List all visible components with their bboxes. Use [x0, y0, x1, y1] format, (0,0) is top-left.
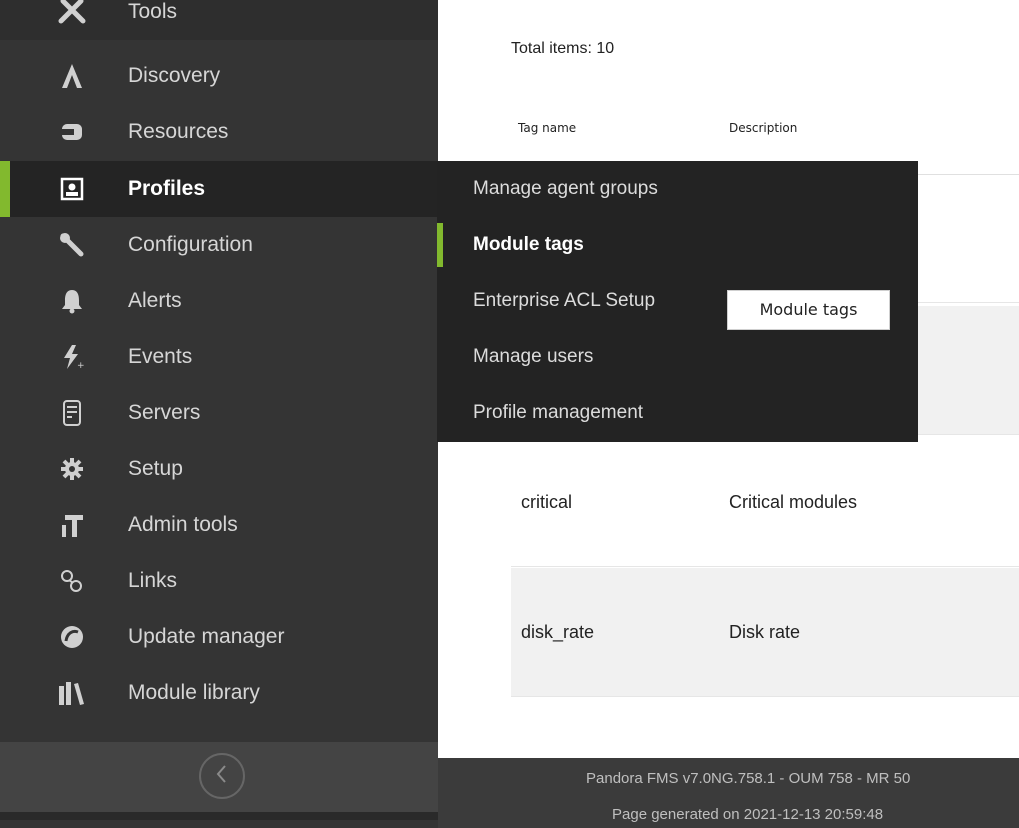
- gear-icon: [56, 441, 88, 497]
- submenu-item-profile-management[interactable]: Profile management: [437, 385, 918, 441]
- submenu-item-label: Enterprise ACL Setup: [473, 290, 656, 311]
- collapse-sidebar-button[interactable]: [199, 753, 245, 799]
- tag-name-cell[interactable]: disk_rate: [521, 568, 594, 696]
- sidebar-item-label: Links: [128, 569, 178, 592]
- server-icon: [56, 385, 88, 441]
- profiles-icon: [56, 161, 88, 217]
- sidebar-item-module-library[interactable]: Module library: [0, 665, 438, 721]
- sidebar-item-admin-tools[interactable]: Admin tools: [0, 497, 438, 553]
- update-manager-icon: [56, 609, 88, 665]
- sidebar-item-label: Admin tools: [128, 513, 238, 536]
- sidebar-item-links[interactable]: Links: [0, 553, 438, 609]
- sidebar-item-label: Servers: [128, 401, 201, 424]
- svg-text:+: +: [77, 361, 84, 370]
- sidebar-item-label: Profiles: [128, 177, 206, 200]
- tag-name-cell[interactable]: critical: [521, 438, 572, 566]
- active-indicator: [437, 223, 443, 267]
- sidebar-item-label: Tools: [128, 0, 178, 23]
- module-library-icon: [56, 665, 88, 721]
- sidebar-item-resources[interactable]: Resources: [0, 104, 438, 160]
- sidebar-footer: [0, 742, 438, 820]
- footer-version: Pandora FMS v7.0NG.758.1 - OUM 758 - MR …: [586, 770, 911, 787]
- total-items: Total items: 10: [511, 40, 615, 57]
- sidebar-item-servers[interactable]: Servers: [0, 385, 438, 441]
- sidebar-item-label: Module library: [128, 681, 260, 704]
- sidebar-item-label: Alerts: [128, 289, 182, 312]
- tag-description-cell: Disk rate: [729, 622, 801, 642]
- submenu-item-manage-agent-groups[interactable]: Manage agent groups: [437, 161, 918, 217]
- footer: Pandora FMS v7.0NG.758.1 - OUM 758 - MR …: [438, 758, 1019, 828]
- sidebar-item-label: Update manager: [128, 625, 285, 648]
- discovery-icon: [56, 48, 88, 104]
- footer-generated: Page generated on 2021-12-13 20:59:48: [612, 806, 884, 823]
- sidebar-item-tools[interactable]: Tools: [0, 0, 438, 40]
- resources-icon: [56, 104, 88, 160]
- column-header-tag-name[interactable]: Tag name: [518, 121, 576, 135]
- sidebar-item-label: Events: [128, 345, 193, 368]
- sidebar-item-alerts[interactable]: Alerts: [0, 273, 438, 329]
- submenu-item-module-tags[interactable]: Module tags: [437, 217, 918, 273]
- sidebar-item-update-manager[interactable]: Update manager: [0, 609, 438, 665]
- sidebar-item-profiles[interactable]: Profiles: [0, 161, 438, 217]
- table-row[interactable]: disk_rate Disk rate: [511, 568, 1019, 697]
- tools-icon: [56, 0, 88, 40]
- events-icon: +: [56, 329, 88, 385]
- admin-tools-icon: [56, 497, 88, 553]
- tag-description-cell: Critical modules: [729, 492, 858, 512]
- sidebar-item-label: Configuration: [128, 233, 253, 256]
- table-row[interactable]: critical Critical modules: [511, 438, 1019, 567]
- tooltip: Module tags: [727, 290, 890, 330]
- submenu-item-label: Module tags: [473, 234, 584, 255]
- sidebar-item-setup[interactable]: Setup: [0, 441, 438, 497]
- sidebar-item-label: Resources: [128, 120, 229, 143]
- links-icon: [56, 553, 88, 609]
- bell-icon: [56, 273, 88, 329]
- sidebar: Tools Discovery Resources Profiles Confi…: [0, 0, 438, 828]
- chevron-left-icon: [213, 763, 231, 789]
- active-indicator: [0, 161, 10, 217]
- sidebar-item-events[interactable]: + Events: [0, 329, 438, 385]
- wrench-icon: [56, 217, 88, 273]
- submenu-item-label: Profile management: [473, 402, 644, 423]
- submenu-item-label: Manage agent groups: [473, 178, 658, 199]
- sidebar-item-discovery[interactable]: Discovery: [0, 48, 438, 104]
- sidebar-item-label: Setup: [128, 457, 183, 480]
- sidebar-item-label: Discovery: [128, 64, 221, 87]
- sidebar-bottom-edge: [0, 812, 438, 820]
- submenu-item-manage-users[interactable]: Manage users: [437, 329, 918, 385]
- sidebar-item-configuration[interactable]: Configuration: [0, 217, 438, 273]
- column-header-description[interactable]: Description: [729, 121, 797, 135]
- submenu-item-label: Manage users: [473, 346, 594, 367]
